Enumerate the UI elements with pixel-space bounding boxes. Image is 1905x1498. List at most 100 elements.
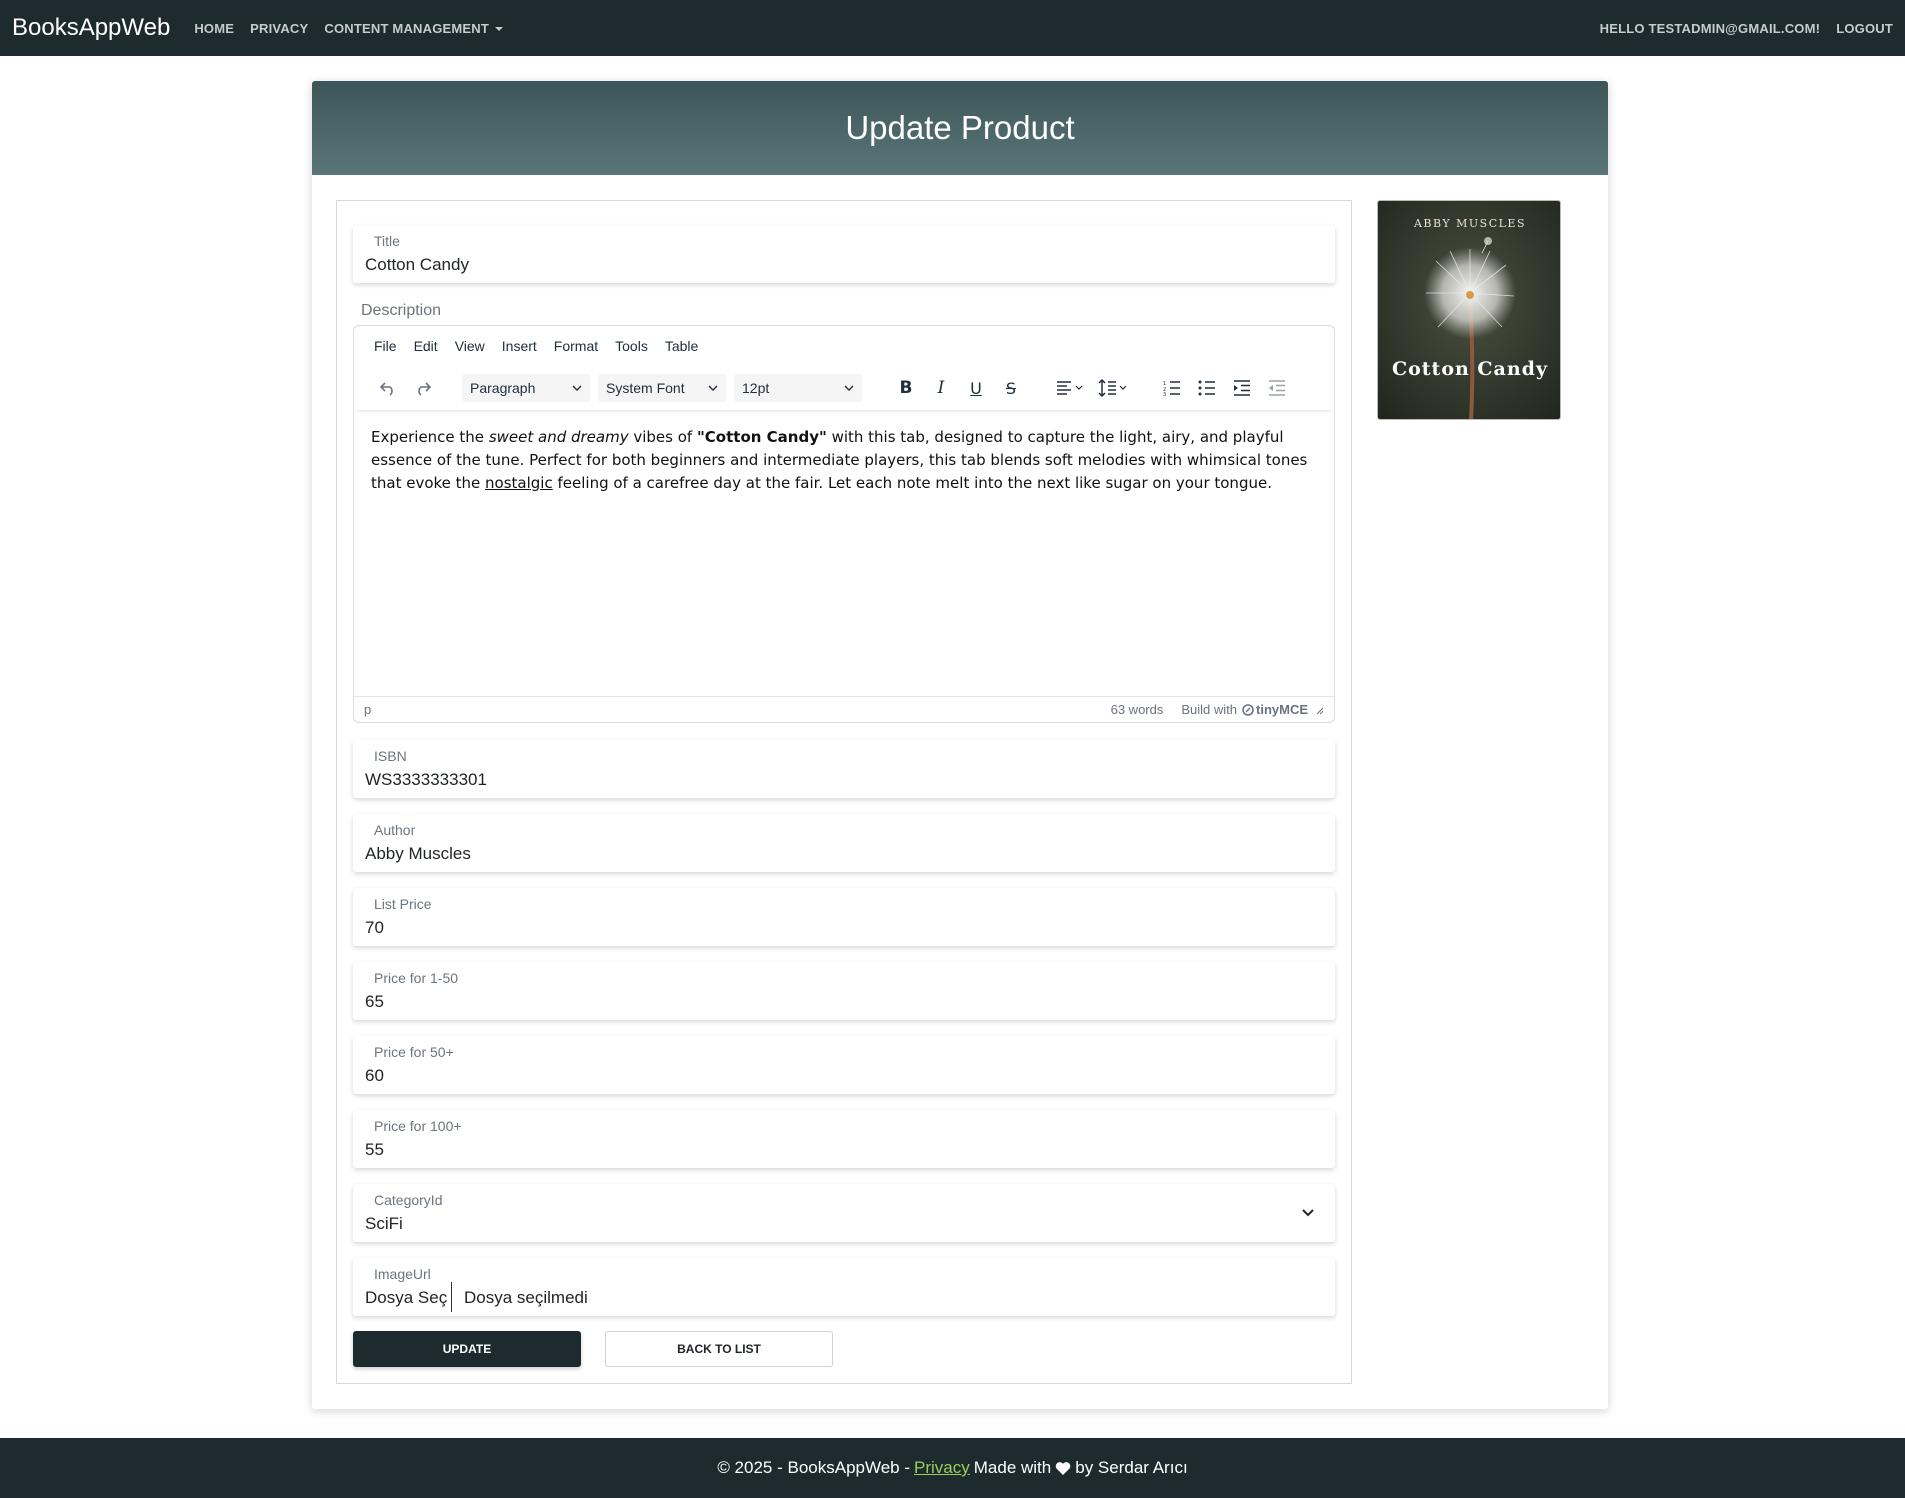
content-underline: nostalgic: [485, 474, 553, 492]
nav-content-management[interactable]: CONTENT MANAGEMENT: [324, 20, 504, 36]
block-format-select[interactable]: Paragraph: [462, 374, 590, 402]
list-price-input[interactable]: 70: [365, 918, 384, 938]
nav-content-management-label: CONTENT MANAGEMENT: [324, 20, 490, 36]
content-bold: "Cotton Candy": [696, 428, 827, 446]
category-label: CategoryId: [374, 1192, 443, 1208]
footer: © 2025 - BooksAppWeb - Privacy Made with…: [0, 1438, 1905, 1498]
footer-author: by Serdar Arıcı: [1075, 1458, 1188, 1477]
indent-icon[interactable]: [1226, 373, 1258, 403]
price-50-field[interactable]: Price for 50+ 60: [353, 1036, 1335, 1094]
menu-edit[interactable]: Edit: [414, 338, 438, 354]
image-url-field: ImageUrl Dosya Seç Dosya seçilmedi: [353, 1258, 1335, 1316]
price-1-50-input[interactable]: 65: [365, 992, 384, 1012]
cover-title: Cotton Candy: [1392, 358, 1548, 380]
isbn-input[interactable]: WS3333333301: [365, 770, 487, 790]
isbn-field[interactable]: ISBN WS3333333301: [353, 740, 1335, 798]
price-100-label: Price for 100+: [374, 1118, 462, 1134]
product-form: Title Cotton Candy Description File Edit…: [336, 200, 1352, 1384]
author-label: Author: [374, 822, 416, 838]
footer-copyright: © 2025 - BooksAppWeb -: [717, 1458, 911, 1477]
brand-link[interactable]: BooksAppWeb: [12, 14, 170, 42]
category-select[interactable]: CategoryId SciFi: [353, 1184, 1335, 1242]
content-text-4: feeling of a carefree day at the fair. L…: [552, 474, 1272, 492]
file-status: Dosya seçilmedi: [464, 1288, 588, 1307]
logout-link[interactable]: LOGOUT: [1836, 21, 1893, 36]
category-value: SciFi: [365, 1214, 403, 1233]
editor-content[interactable]: Experience the sweet and dreamy vibes of…: [371, 426, 1317, 495]
chevron-down-icon: [844, 385, 854, 391]
branding-logo[interactable]: tinyMCE: [1256, 702, 1308, 717]
underline-icon[interactable]: U: [960, 373, 992, 403]
back-to-list-button[interactable]: BACK TO LIST: [605, 1331, 833, 1367]
menu-table[interactable]: Table: [665, 338, 698, 354]
menu-tools[interactable]: Tools: [615, 338, 648, 354]
isbn-label: ISBN: [374, 748, 407, 764]
branding-text: Build with: [1181, 702, 1237, 717]
numbered-list-icon[interactable]: 123: [1156, 373, 1188, 403]
italic-icon[interactable]: I: [925, 373, 957, 403]
choose-file-button[interactable]: Dosya Seç: [365, 1288, 447, 1308]
update-product-card: Update Product Title Cotton Candy Descri…: [312, 81, 1608, 1409]
editor-menubar: File Edit View Insert Format Tools Table: [354, 326, 1334, 366]
bullet-list-icon[interactable]: [1191, 373, 1223, 403]
description-editor: File Edit View Insert Format Tools Table…: [353, 325, 1335, 723]
content-text-2: vibes of: [628, 428, 697, 446]
content-italic: sweet and dreamy: [488, 428, 629, 446]
strikethrough-icon[interactable]: S: [995, 373, 1027, 403]
content-text-1: Experience the: [371, 428, 489, 446]
nav-right: HELLO TESTADMIN@GMAIL.COM! LOGOUT: [1584, 21, 1893, 36]
footer-made-with: Made with: [973, 1458, 1052, 1477]
list-price-field[interactable]: List Price 70: [353, 888, 1335, 946]
word-count[interactable]: 63 words: [1111, 702, 1164, 717]
menu-insert[interactable]: Insert: [502, 338, 537, 354]
author-input[interactable]: Abby Muscles: [365, 844, 471, 864]
line-height-icon[interactable]: [1093, 373, 1133, 403]
file-divider: [451, 1282, 452, 1312]
font-size-value: 12pt: [742, 380, 770, 396]
chevron-down-icon: [708, 385, 718, 391]
redo-icon[interactable]: [407, 373, 439, 403]
nav-home[interactable]: HOME: [194, 21, 234, 36]
image-url-label: ImageUrl: [374, 1266, 431, 1282]
title-input[interactable]: Cotton Candy: [365, 255, 469, 275]
title-field[interactable]: Title Cotton Candy: [353, 225, 1335, 283]
top-navbar: BooksAppWeb HOME PRIVACY CONTENT MANAGEM…: [0, 0, 1905, 56]
bold-icon[interactable]: B: [890, 373, 922, 403]
nav-privacy[interactable]: PRIVACY: [250, 21, 308, 36]
editor-statusbar: p 63 words Build with tinyMCE: [354, 696, 1334, 722]
price-100-input[interactable]: 55: [365, 1140, 384, 1160]
author-field[interactable]: Author Abby Muscles: [353, 814, 1335, 872]
svg-text:3: 3: [1163, 392, 1166, 396]
font-family-select[interactable]: System Font: [598, 374, 726, 402]
tinymce-logo-icon: [1242, 703, 1254, 716]
outdent-icon[interactable]: [1261, 373, 1293, 403]
footer-privacy-link[interactable]: Privacy: [914, 1458, 970, 1478]
product-cover-image: ABBY MUSCLES Cotton Candy: [1377, 200, 1561, 420]
price-1-50-field[interactable]: Price for 1-50 65: [353, 962, 1335, 1020]
price-100-field[interactable]: Price for 100+ 55: [353, 1110, 1335, 1168]
chevron-down-icon: [1302, 1209, 1314, 1217]
update-button[interactable]: UPDATE: [353, 1331, 581, 1367]
card-header: Update Product: [312, 81, 1608, 175]
undo-icon[interactable]: [372, 373, 404, 403]
menu-file[interactable]: File: [374, 338, 397, 354]
list-price-label: List Price: [374, 896, 432, 912]
description-label: Description: [361, 302, 442, 319]
chevron-down-icon: [572, 385, 582, 391]
menu-view[interactable]: View: [455, 338, 485, 354]
heart-icon: [1055, 1461, 1071, 1475]
editor-toolbar: Paragraph System Font 12pt B I U S 1 2 3: [354, 366, 1334, 410]
user-greeting[interactable]: HELLO TESTADMIN@GMAIL.COM!: [1600, 21, 1821, 36]
font-size-select[interactable]: 12pt: [734, 374, 862, 402]
menu-format[interactable]: Format: [554, 338, 598, 354]
font-family-value: System Font: [606, 380, 685, 396]
element-path[interactable]: p: [364, 702, 371, 717]
price-50-label: Price for 50+: [374, 1044, 454, 1060]
block-format-value: Paragraph: [470, 380, 536, 396]
resize-handle-icon[interactable]: [1314, 705, 1324, 715]
page-title: Update Product: [845, 109, 1075, 146]
caret-down-icon: [495, 27, 504, 32]
align-left-icon[interactable]: [1050, 373, 1090, 403]
price-50-input[interactable]: 60: [365, 1066, 384, 1086]
cover-author: ABBY MUSCLES: [1413, 217, 1526, 230]
